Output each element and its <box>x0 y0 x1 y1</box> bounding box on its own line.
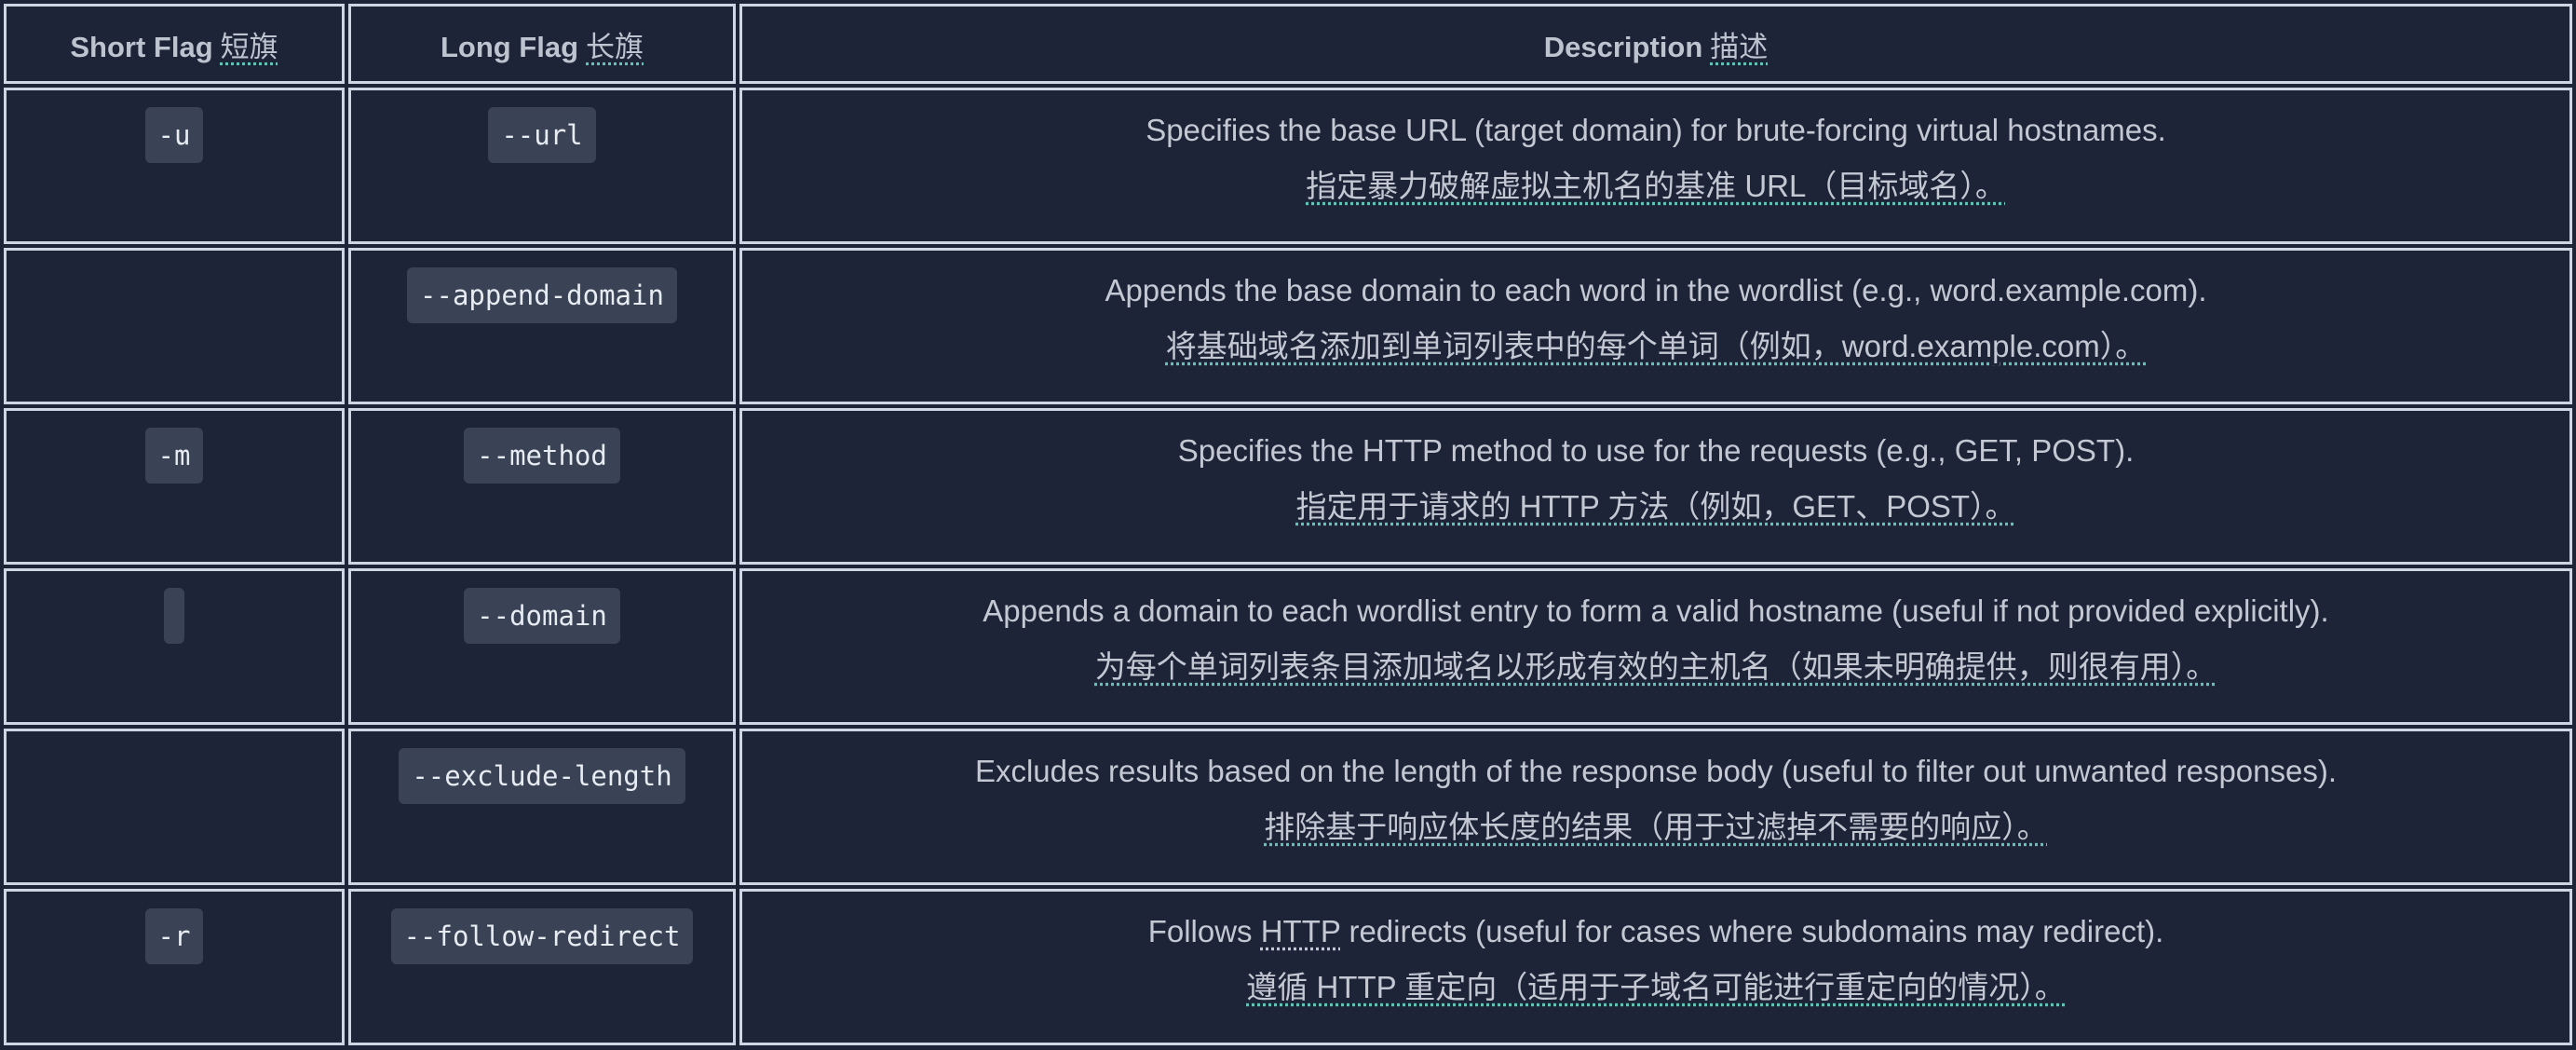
description-cell: Appends a domain to each wordlist entry … <box>739 568 2572 725</box>
long-flag-cell: --method <box>348 408 736 565</box>
short-flag-cell: -m <box>4 408 345 565</box>
header-description-en: Description <box>1543 30 1703 63</box>
table-row: -m --method Specifies the HTTP method to… <box>4 408 2572 565</box>
description-zh[interactable]: 指定暴力破解虚拟主机名的基准 URL（目标域名）。 <box>1306 167 2006 206</box>
long-flag-code: --append-domain <box>407 267 677 323</box>
description-zh[interactable]: 遵循 HTTP 重定向（适用于子域名可能进行重定向的情况）。 <box>1246 968 2065 1007</box>
description-zh[interactable]: 指定用于请求的 HTTP 方法（例如，GET、POST）。 <box>1295 487 2015 526</box>
description-en-part: Follows <box>1147 914 1261 948</box>
short-flag-cell <box>4 729 345 885</box>
header-long-flag-en: Long Flag <box>440 30 579 63</box>
header-description: Description 描述 <box>739 4 2572 84</box>
header-row: Short Flag 短旗 Long Flag 长旗 Description 描述 <box>4 4 2572 84</box>
short-flag-code: -u <box>144 107 204 163</box>
description-zh[interactable]: 排除基于响应体长度的结果（用于过滤掉不需要的响应）。 <box>1264 808 2048 847</box>
description-cell: Specifies the HTTP method to use for the… <box>739 408 2572 565</box>
description-en: Appends a domain to each wordlist entry … <box>983 593 2329 628</box>
description-cell: Appends the base domain to each word in … <box>739 248 2572 404</box>
short-flag-cell <box>4 248 345 404</box>
description-en-part: redirects (useful for cases where subdom… <box>1340 914 2164 948</box>
long-flag-code: --url <box>488 107 596 163</box>
header-short-flag-zh[interactable]: 短旗 <box>221 31 278 63</box>
short-flag-code: -r <box>144 908 204 964</box>
description-en: Excludes results based on the length of … <box>974 754 2338 788</box>
description-cell: Specifies the base URL (target domain) f… <box>739 88 2572 244</box>
header-short-flag: Short Flag 短旗 <box>4 4 345 84</box>
short-flag-cell <box>4 568 345 725</box>
header-description-zh[interactable]: 描述 <box>1710 31 1768 63</box>
short-flag-code-empty <box>164 588 184 644</box>
description-zh[interactable]: 为每个单词列表条目添加域名以形成有效的主机名（如果未明确提供，则很有用）。 <box>1095 648 2217 687</box>
short-flag-code: -m <box>144 428 204 484</box>
long-flag-code: --domain <box>464 588 620 644</box>
description-cell: Follows HTTP redirects (useful for cases… <box>739 889 2572 1045</box>
description-en: Appends the base domain to each word in … <box>1105 273 2207 307</box>
flags-table: Short Flag 短旗 Long Flag 长旗 Description 描述 -… <box>0 0 2576 1049</box>
long-flag-code: --exclude-length <box>399 748 685 804</box>
long-flag-cell: --url <box>348 88 736 244</box>
long-flag-cell: --domain <box>348 568 736 725</box>
long-flag-code: --method <box>464 428 620 484</box>
long-flag-code: --follow-redirect <box>390 908 694 964</box>
table-row: --append-domain Appends the base domain … <box>4 248 2572 404</box>
header-long-flag: Long Flag 长旗 <box>348 4 736 84</box>
description-en: Specifies the base URL (target domain) f… <box>1146 113 2166 147</box>
header-short-flag-en: Short Flag <box>70 30 213 63</box>
long-flag-cell: --exclude-length <box>348 729 736 885</box>
long-flag-cell: --follow-redirect <box>348 889 736 1045</box>
short-flag-cell: -r <box>4 889 345 1045</box>
description-cell: Excludes results based on the length of … <box>739 729 2572 885</box>
table-row: --domain Appends a domain to each wordli… <box>4 568 2572 725</box>
description-en: Follows HTTP redirects (useful for cases… <box>742 912 2569 951</box>
long-flag-cell: --append-domain <box>348 248 736 404</box>
header-long-flag-zh[interactable]: 长旗 <box>586 31 644 63</box>
table-row: --exclude-length Excludes results based … <box>4 729 2572 885</box>
description-zh[interactable]: 将基础域名添加到单词列表中的每个单词（例如，word.example.com）。 <box>1166 327 2146 366</box>
table-row: -u --url Specifies the base URL (target … <box>4 88 2572 244</box>
table-row: -r --follow-redirect Follows HTTP redire… <box>4 889 2572 1045</box>
http-abbreviation[interactable]: HTTP <box>1261 914 1341 948</box>
description-en: Specifies the HTTP method to use for the… <box>1177 433 2135 468</box>
short-flag-cell: -u <box>4 88 345 244</box>
